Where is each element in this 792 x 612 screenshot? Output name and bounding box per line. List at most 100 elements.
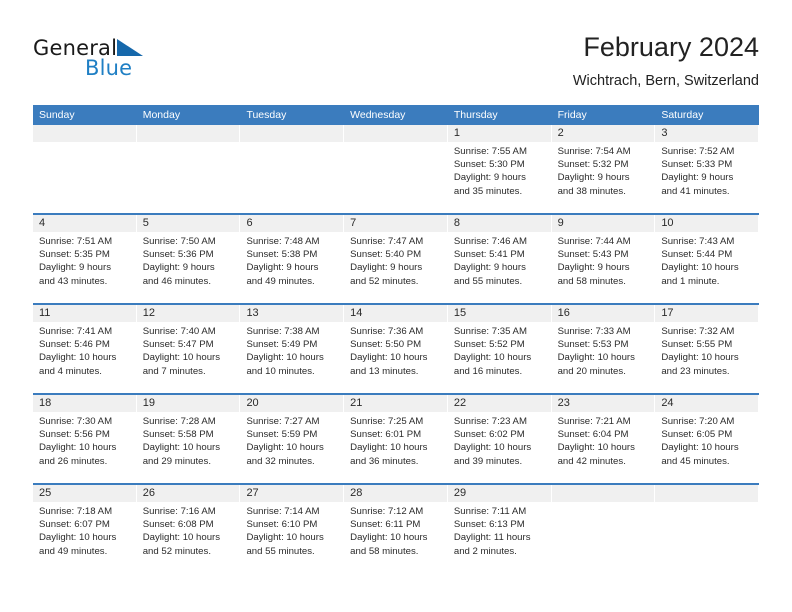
calendar-day-cell[interactable]: 4 Sunrise: 7:51 AM Sunset: 5:35 PM Daylight…	[33, 215, 137, 303]
day-number: 14	[344, 305, 447, 322]
calendar-day-cell[interactable]: 24 Sunrise: 7:20 AM Sunset: 6:05 PM Dayligh…	[655, 395, 760, 483]
day-number: 28	[344, 485, 447, 502]
calendar-empty-cell	[33, 125, 137, 213]
day-details: Sunrise: 7:20 AM Sunset: 6:05 PM Daylight:…	[655, 412, 758, 468]
calendar-day-cell[interactable]: 7 Sunrise: 7:47 AM Sunset: 5:40 PM Daylight…	[344, 215, 448, 303]
day-detail-line: Sunrise: 7:35 AM	[453, 326, 527, 337]
calendar-empty-cell	[344, 125, 448, 213]
calendar-day-cell[interactable]: 26 Sunrise: 7:16 AM Sunset: 6:08 PM Dayligh…	[136, 485, 241, 573]
day-detail-line: Sunrise: 7:23 AM	[453, 416, 527, 427]
calendar-day-cell[interactable]: 8 Sunrise: 7:46 AM Sunset: 5:41 PM Daylight…	[447, 215, 552, 303]
day-detail-line: Sunset: 6:07 PM	[39, 519, 110, 531]
day-detail-line: Sunrise: 7:18 AM	[39, 506, 113, 517]
calendar-week-row: 18 Sunrise: 7:30 AM Sunset: 5:56 PM Dayligh…	[33, 393, 760, 483]
calendar-day-cell[interactable]: 18 Sunrise: 7:30 AM Sunset: 5:56 PM Dayligh…	[33, 395, 137, 483]
day-detail-line: Sunset: 6:05 PM	[661, 429, 733, 441]
calendar-day-cell[interactable]: 16 Sunrise: 7:33 AM Sunset: 5:53 PM Dayligh…	[551, 305, 656, 393]
day-detail-line: and 36 minutes.	[350, 455, 419, 467]
day-number: 19	[136, 395, 240, 412]
day-detail-line: Sunrise: 7:41 AM	[39, 326, 113, 337]
day-details: Sunrise: 7:41 AM Sunset: 5:46 PM Daylight:…	[33, 322, 136, 378]
day-detail-line: Sunset: 5:53 PM	[557, 339, 629, 351]
calendar-day-cell[interactable]: 14 Sunrise: 7:36 AM Sunset: 5:50 PM Dayligh…	[344, 305, 448, 393]
calendar-day-cell[interactable]: 10 Sunrise: 7:43 AM Sunset: 5:44 PM Dayligh…	[655, 215, 760, 303]
day-detail-line: Sunset: 6:02 PM	[453, 429, 525, 441]
day-detail-line: and 26 minutes.	[39, 455, 108, 467]
day-details	[137, 142, 240, 145]
calendar-empty-cell	[655, 485, 760, 573]
calendar-day-cell[interactable]: 29 Sunrise: 7:11 AM Sunset: 6:13 PM Dayligh…	[447, 485, 552, 573]
calendar-day-cell[interactable]: 5 Sunrise: 7:50 AM Sunset: 5:36 PM Daylight…	[136, 215, 241, 303]
day-number: 9	[551, 215, 655, 232]
day-detail-line: and 52 minutes.	[350, 275, 419, 287]
day-detail-line: Sunrise: 7:28 AM	[142, 416, 216, 427]
day-detail-line: and 49 minutes.	[39, 545, 108, 557]
calendar-day-cell[interactable]: 12 Sunrise: 7:40 AM Sunset: 5:47 PM Dayligh…	[136, 305, 241, 393]
calendar-week-row: 1 Sunrise: 7:55 AM Sunset: 5:30 PM Daylight…	[33, 125, 760, 213]
day-number	[33, 125, 136, 142]
day-detail-line: Sunset: 6:04 PM	[557, 429, 629, 441]
day-detail-line: Sunrise: 7:48 AM	[246, 236, 320, 247]
day-details: Sunrise: 7:33 AM Sunset: 5:53 PM Daylight:…	[552, 322, 655, 378]
calendar-week-row: 4 Sunrise: 7:51 AM Sunset: 5:35 PM Daylight…	[33, 213, 760, 303]
day-detail-line: Sunrise: 7:55 AM	[453, 146, 527, 157]
day-detail-line: Sunset: 5:52 PM	[453, 339, 525, 351]
calendar-empty-cell	[136, 125, 241, 213]
day-detail-line: and 55 minutes.	[246, 545, 315, 557]
calendar-day-cell[interactable]: 15 Sunrise: 7:35 AM Sunset: 5:52 PM Dayligh…	[447, 305, 552, 393]
day-detail-line: Sunrise: 7:20 AM	[661, 416, 735, 427]
day-details: Sunrise: 7:11 AM Sunset: 6:13 PM Daylight:…	[448, 502, 551, 558]
calendar-day-cell[interactable]: 27 Sunrise: 7:14 AM Sunset: 6:10 PM Dayligh…	[240, 485, 345, 573]
logo-text-blue: Blue	[85, 56, 133, 80]
calendar-weeks: 1 Sunrise: 7:55 AM Sunset: 5:30 PM Daylight…	[33, 125, 760, 573]
day-detail-line: Sunrise: 7:46 AM	[453, 236, 527, 247]
general-blue-logo[interactable]: General Blue	[33, 36, 173, 92]
day-detail-line: and 46 minutes.	[142, 275, 211, 287]
day-detail-line: Daylight: 10 hours	[142, 532, 221, 544]
day-number: 7	[344, 215, 447, 232]
calendar-day-cell[interactable]: 28 Sunrise: 7:12 AM Sunset: 6:11 PM Dayligh…	[344, 485, 448, 573]
calendar-day-cell[interactable]: 2 Sunrise: 7:54 AM Sunset: 5:32 PM Daylight…	[551, 125, 656, 213]
day-detail-line: Daylight: 10 hours	[453, 442, 532, 454]
calendar-day-cell[interactable]: 25 Sunrise: 7:18 AM Sunset: 6:07 PM Dayligh…	[33, 485, 137, 573]
day-detail-line: Sunrise: 7:44 AM	[557, 236, 631, 247]
day-detail-line: and 4 minutes.	[39, 365, 102, 377]
day-number: 16	[551, 305, 655, 322]
day-detail-line: Sunset: 5:41 PM	[453, 249, 525, 261]
day-number: 20	[240, 395, 344, 412]
calendar-day-cell[interactable]: 13 Sunrise: 7:38 AM Sunset: 5:49 PM Dayligh…	[240, 305, 345, 393]
day-detail-line: Sunrise: 7:21 AM	[557, 416, 631, 427]
day-detail-line: and 55 minutes.	[453, 275, 523, 287]
calendar-day-cell[interactable]: 22 Sunrise: 7:23 AM Sunset: 6:02 PM Dayligh…	[447, 395, 552, 483]
calendar-day-cell[interactable]: 19 Sunrise: 7:28 AM Sunset: 5:58 PM Dayligh…	[136, 395, 241, 483]
day-detail-line: Sunrise: 7:51 AM	[39, 236, 113, 247]
day-detail-line: Daylight: 10 hours	[142, 442, 221, 454]
day-number: 26	[136, 485, 240, 502]
calendar-day-cell[interactable]: 6 Sunrise: 7:48 AM Sunset: 5:38 PM Daylight…	[240, 215, 345, 303]
day-details: Sunrise: 7:35 AM Sunset: 5:52 PM Daylight:…	[448, 322, 551, 378]
day-number: 13	[240, 305, 344, 322]
calendar-day-cell[interactable]: 11 Sunrise: 7:41 AM Sunset: 5:46 PM Dayligh…	[33, 305, 137, 393]
day-detail-line: Daylight: 9 hours	[557, 172, 630, 184]
day-details: Sunrise: 7:21 AM Sunset: 6:04 PM Daylight:…	[552, 412, 655, 468]
day-details: Sunrise: 7:38 AM Sunset: 5:49 PM Daylight:…	[240, 322, 343, 378]
day-number	[240, 125, 344, 142]
calendar-grid: Sunday Monday Tuesday Wednesday Thursday Frid…	[33, 105, 760, 573]
calendar-day-cell[interactable]: 1 Sunrise: 7:55 AM Sunset: 5:30 PM Daylight…	[447, 125, 552, 213]
calendar-day-cell[interactable]: 9 Sunrise: 7:44 AM Sunset: 5:43 PM Daylight…	[551, 215, 656, 303]
calendar-day-cell[interactable]: 3 Sunrise: 7:52 AM Sunset: 5:33 PM Daylight…	[655, 125, 760, 213]
weekday-header-saturday: Saturday	[661, 109, 704, 121]
day-detail-line: and 43 minutes.	[39, 275, 108, 287]
day-details: Sunrise: 7:28 AM Sunset: 5:58 PM Daylight:…	[137, 412, 240, 468]
day-detail-line: and 32 minutes.	[246, 455, 315, 467]
day-detail-line: Sunrise: 7:25 AM	[350, 416, 424, 427]
day-detail-line: Sunset: 5:38 PM	[246, 249, 318, 261]
calendar-day-cell[interactable]: 23 Sunrise: 7:21 AM Sunset: 6:04 PM Dayligh…	[551, 395, 656, 483]
day-detail-line: Sunset: 5:43 PM	[557, 249, 629, 261]
calendar-day-cell[interactable]: 20 Sunrise: 7:27 AM Sunset: 5:59 PM Dayligh…	[240, 395, 345, 483]
day-detail-line: Daylight: 9 hours	[246, 262, 319, 274]
day-detail-line: and 52 minutes.	[142, 545, 211, 557]
calendar-day-cell[interactable]: 17 Sunrise: 7:32 AM Sunset: 5:55 PM Dayligh…	[655, 305, 760, 393]
day-details	[655, 502, 758, 505]
calendar-day-cell[interactable]: 21 Sunrise: 7:25 AM Sunset: 6:01 PM Dayligh…	[344, 395, 448, 483]
